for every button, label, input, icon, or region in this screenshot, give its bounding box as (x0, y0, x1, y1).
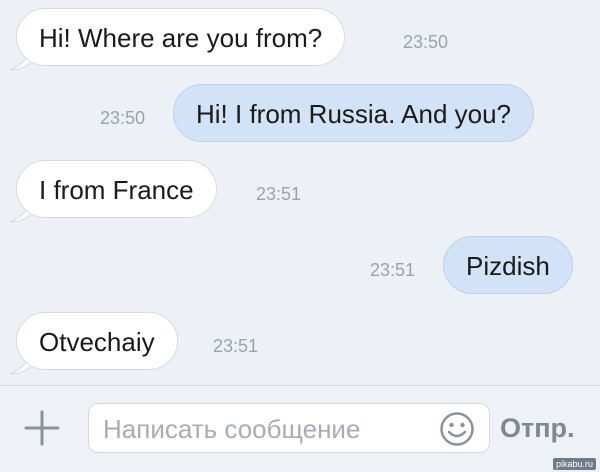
message-row: 23:51 Pizdish (0, 236, 600, 296)
message-bubble[interactable]: I from France (16, 160, 217, 218)
message-bubble[interactable]: Hi! I from Russia. And you? (173, 84, 535, 142)
message-composer: Написать сообщение Отпр. (0, 385, 600, 472)
message-row: Hi! Where are you from? 23:50 (0, 8, 600, 71)
message-input[interactable]: Написать сообщение (88, 403, 490, 453)
message-list: Hi! Where are you from? 23:50 23:50 Hi! … (0, 0, 600, 385)
message-time: 23:50 (403, 32, 449, 52)
plus-icon[interactable] (22, 408, 62, 448)
message-bubble[interactable]: Otvechaiy (16, 312, 178, 370)
message-bubble[interactable]: Pizdish (443, 236, 573, 294)
message-time: 23:51 (370, 260, 416, 280)
message-time: 23:51 (256, 184, 302, 204)
message-row: I from France 23:51 (0, 160, 600, 223)
smiley-icon[interactable] (439, 411, 475, 447)
send-button[interactable]: Отпр. (500, 403, 575, 453)
message-time: 23:51 (213, 336, 259, 356)
message-time: 23:50 (100, 108, 146, 128)
message-input-placeholder: Написать сообщение (103, 414, 361, 444)
message-row: 23:50 Hi! I from Russia. And you? (0, 84, 600, 144)
watermark: pikabu.ru (552, 458, 596, 470)
message-row: Otvechaiy 23:51 (0, 312, 600, 375)
message-bubble[interactable]: Hi! Where are you from? (16, 8, 346, 66)
